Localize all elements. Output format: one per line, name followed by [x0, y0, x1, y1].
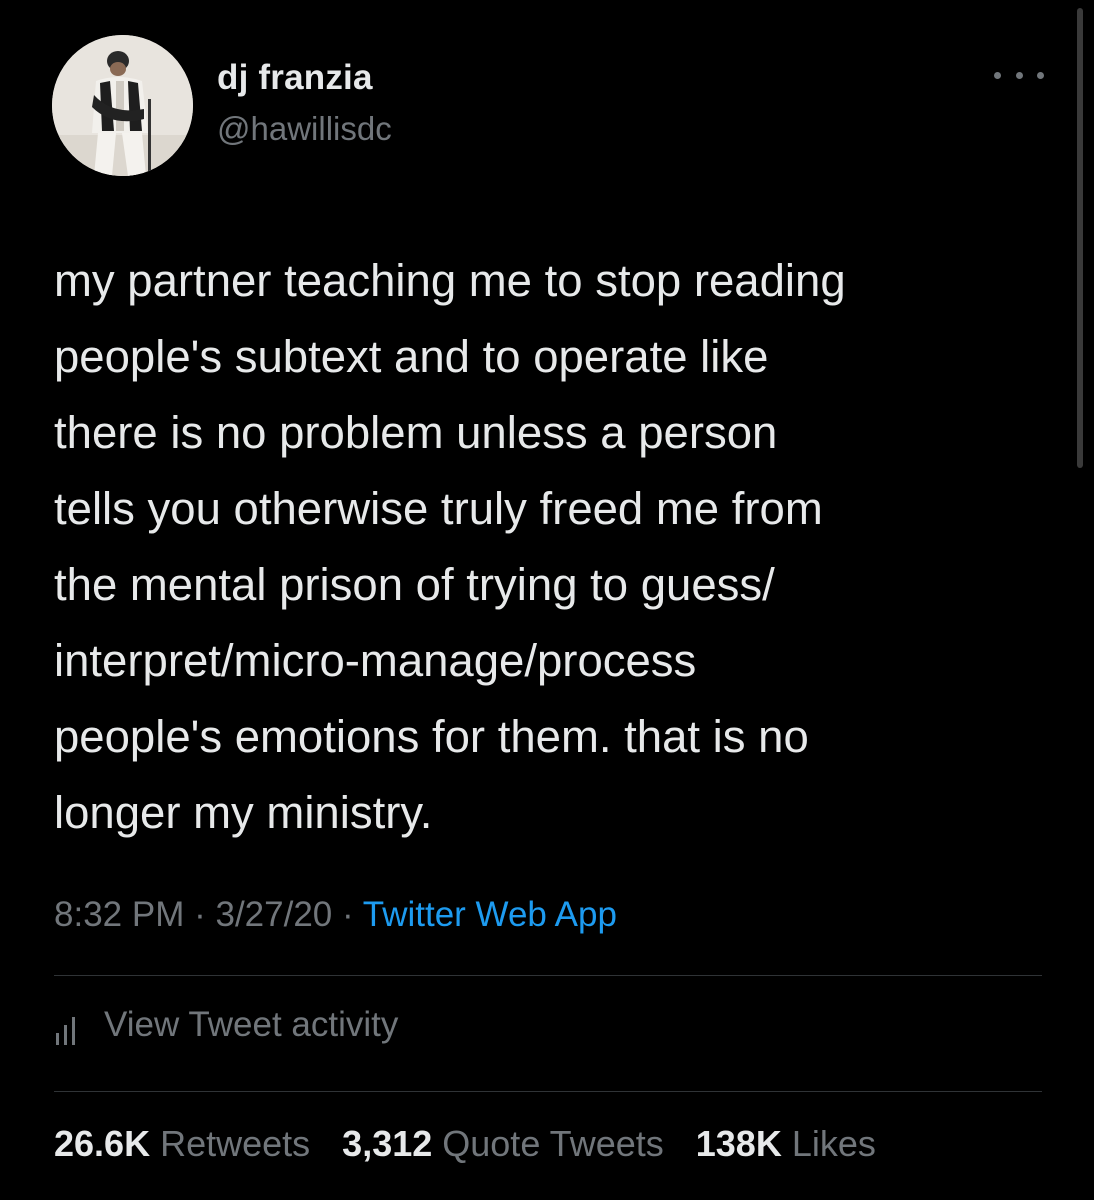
view-tweet-activity-label: View Tweet activity [104, 1005, 399, 1044]
display-name[interactable]: dj franzia [217, 58, 373, 98]
avatar[interactable] [52, 35, 193, 176]
handle[interactable]: @hawillisdc [217, 110, 392, 148]
tweet-meta: 8:32 PM · 3/27/20 · Twitter Web App [54, 895, 617, 935]
tweet-time[interactable]: 8:32 PM [54, 895, 184, 934]
divider [54, 1091, 1042, 1092]
ellipsis-horizontal-icon [994, 71, 1001, 79]
meta-separator: · [194, 895, 216, 934]
scrollbar[interactable] [1077, 8, 1083, 468]
divider [54, 975, 1042, 976]
view-tweet-activity-button[interactable]: View Tweet activity [54, 1005, 398, 1045]
quote-tweets-stat[interactable]: 3,312 Quote Tweets [342, 1123, 664, 1164]
likes-count: 138K [695, 1123, 782, 1164]
ellipsis-dot [1015, 71, 1023, 79]
tweet-source-link[interactable]: Twitter Web App [363, 895, 617, 934]
likes-stat[interactable]: 138K Likes [696, 1123, 876, 1164]
tweet-stats: 26.6K Retweets 3,312 Quote Tweets 138K Like… [54, 1123, 898, 1165]
retweets-count: 26.6K [54, 1123, 151, 1164]
avatar-image [52, 35, 193, 176]
likes-label: Likes [791, 1123, 876, 1164]
quote-tweets-label: Quote Tweets [442, 1123, 664, 1164]
tweet: dj franzia @hawillisdc my partner teachi… [0, 0, 1094, 1200]
bar-chart-icon [56, 1017, 75, 1045]
retweets-stat[interactable]: 26.6K Retweets [54, 1123, 310, 1164]
tweet-text: my partner teaching me to stop reading p… [54, 255, 846, 838]
meta-separator: · [342, 895, 363, 934]
retweets-label: Retweets [160, 1123, 311, 1164]
ellipsis-dot [1037, 71, 1044, 79]
quote-tweets-count: 3,312 [342, 1123, 433, 1164]
more-options-button[interactable] [994, 60, 1044, 90]
tweet-date[interactable]: 3/27/20 [215, 895, 332, 934]
